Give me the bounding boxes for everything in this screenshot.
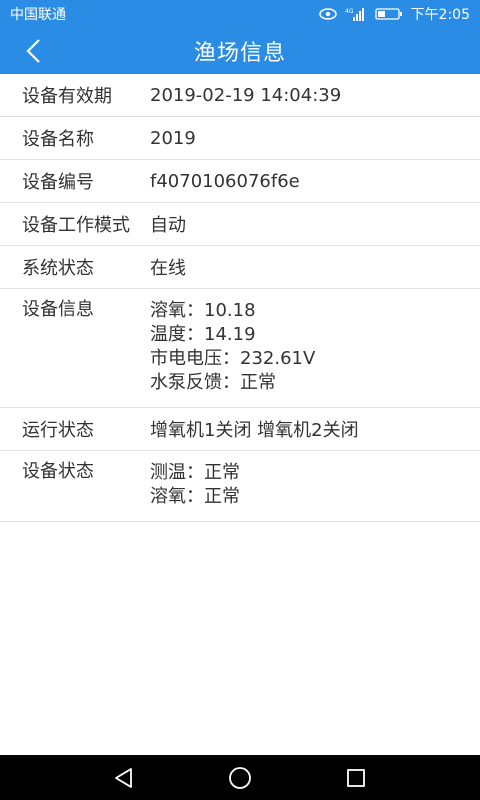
battery-icon <box>374 8 402 20</box>
row-label: 运行状态 <box>22 420 94 441</box>
list-item: 设备有效期 2019-02-19 14:04:39 <box>0 74 480 117</box>
row-label: 设备状态 <box>22 461 94 482</box>
row-label: 设备有效期 <box>22 86 112 107</box>
list-item: 设备编号 f4070106076f6e <box>0 160 480 203</box>
square-recents-icon <box>347 768 365 787</box>
page-title: 渔场信息 <box>193 41 286 66</box>
row-value: 2019 <box>150 127 196 149</box>
chevron-left-icon <box>26 39 40 63</box>
run-status-row: 运行状态 增氧机1关闭 增氧机2关闭 <box>0 408 480 451</box>
temperature-value: 温度：14.19 <box>150 324 256 345</box>
row-value: 2019-02-19 14:04:39 <box>150 84 342 106</box>
row-label: 设备信息 <box>22 299 94 320</box>
run-status-value: 增氧机1关闭 增氧机2关闭 <box>150 420 359 441</box>
row-value: 在线 <box>150 258 186 279</box>
temp-sensor-status: 测温：正常 <box>150 462 240 483</box>
nav-recents-button[interactable] <box>338 760 374 796</box>
status-bar: 中国联通 4G 下午2:05 <box>0 0 480 28</box>
app-bar: 渔场信息 <box>0 28 480 74</box>
row-label: 设备编号 <box>22 172 94 193</box>
oxygen-sensor-status: 溶氧：正常 <box>150 486 240 507</box>
back-button[interactable] <box>14 34 54 68</box>
info-list: 设备有效期 2019-02-19 14:04:39 设备名称 2019 设备编号… <box>0 74 480 522</box>
row-label: 设备名称 <box>22 129 94 150</box>
dissolved-oxygen-value: 溶氧：10.18 <box>150 300 256 321</box>
eye-icon <box>318 8 337 20</box>
network-type-label: 4G <box>345 8 354 15</box>
circle-home-icon <box>229 766 251 789</box>
list-item: 系统状态 在线 <box>0 246 480 289</box>
device-info-values: 溶氧：10.18 温度：14.19 市电电压：232.61V 水泵反馈：正常 <box>150 299 480 395</box>
row-label: 设备工作模式 <box>22 215 130 236</box>
carrier-label: 中国联通 <box>10 7 66 23</box>
signal-icon: 4G <box>345 8 364 21</box>
list-item: 设备工作模式 自动 <box>0 203 480 246</box>
row-value: 自动 <box>150 215 186 236</box>
device-status-row: 设备状态 测温：正常 溶氧：正常 <box>0 451 480 522</box>
device-status-values: 测温：正常 溶氧：正常 <box>150 461 480 509</box>
row-value: f4070106076f6e <box>150 170 300 192</box>
system-nav-bar <box>0 755 480 800</box>
triangle-back-icon <box>115 767 132 788</box>
row-label: 系统状态 <box>22 258 94 279</box>
device-info-row: 设备信息 溶氧：10.18 温度：14.19 市电电压：232.61V 水泵反馈… <box>0 289 480 408</box>
nav-home-button[interactable] <box>222 760 258 796</box>
nav-back-button[interactable] <box>106 760 142 796</box>
status-icons: 4G 下午2:05 <box>318 4 470 24</box>
clock-label: 下午2:05 <box>410 7 470 23</box>
list-item: 设备名称 2019 <box>0 117 480 160</box>
mains-voltage-value: 市电电压：232.61V <box>150 348 316 369</box>
pump-feedback-value: 水泵反馈：正常 <box>150 372 276 393</box>
